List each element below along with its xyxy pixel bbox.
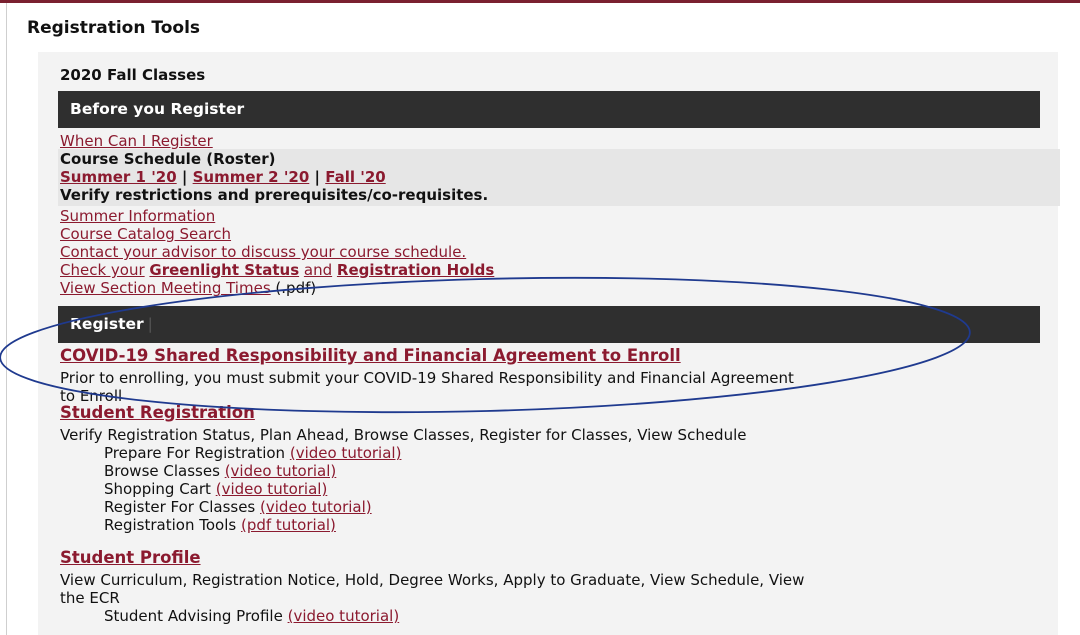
check-status-line: Check your Greenlight Status and Registr… <box>60 261 494 279</box>
advising-profile-item: Student Advising Profile (video tutorial… <box>104 607 399 625</box>
tool-item-prepare: Prepare For Registration (video tutorial… <box>104 444 401 462</box>
covid-description-1: Prior to enrolling, you must submit your… <box>60 369 794 387</box>
tool-tutorial-link[interactable]: (video tutorial) <box>225 462 337 480</box>
term-links: Summer 1 '20 | Summer 2 '20 | Fall '20 <box>60 168 386 186</box>
advising-tutorial-link[interactable]: (video tutorial) <box>288 607 400 625</box>
tool-item-browse: Browse Classes (video tutorial) <box>104 462 336 480</box>
tool-item-register: Register For Classes (video tutorial) <box>104 498 372 516</box>
page-title: Registration Tools <box>27 18 201 38</box>
term-heading: 2020 Fall Classes <box>60 66 206 84</box>
check-your-link[interactable]: Check your <box>60 261 145 279</box>
term-link-fall[interactable]: Fall '20 <box>325 168 385 186</box>
tool-label: Shopping Cart <box>104 480 211 498</box>
term-link-summer1[interactable]: Summer 1 '20 <box>60 168 177 186</box>
tool-tutorial-link[interactable]: (video tutorial) <box>216 480 328 498</box>
term-link-summer2[interactable]: Summer 2 '20 <box>193 168 310 186</box>
before-register-header: Before you Register <box>58 91 1040 128</box>
course-catalog-search-link[interactable]: Course Catalog Search <box>60 225 231 243</box>
student-registration-link[interactable]: Student Registration <box>60 403 255 422</box>
register-title: Register <box>70 315 144 333</box>
contact-advisor-link[interactable]: Contact your advisor to discuss your cou… <box>60 243 466 261</box>
pdf-suffix: (.pdf) <box>275 279 317 297</box>
course-schedule-label: Course Schedule (Roster) <box>60 150 276 168</box>
student-profile-description-1: View Curriculum, Registration Notice, Ho… <box>60 571 805 589</box>
tool-label: Prepare For Registration <box>104 444 286 462</box>
left-divider <box>6 3 7 635</box>
tool-tutorial-link[interactable]: (video tutorial) <box>260 498 372 516</box>
tool-item-cart: Shopping Cart (video tutorial) <box>104 480 327 498</box>
student-profile-link[interactable]: Student Profile <box>60 548 201 567</box>
advising-profile-label: Student Advising Profile <box>104 607 283 625</box>
before-register-title: Before you Register <box>70 100 245 118</box>
term-separator: | <box>314 168 321 186</box>
tool-tutorial-link[interactable]: (video tutorial) <box>290 444 402 462</box>
term-separator: | <box>181 168 188 186</box>
view-section-meeting-times-link[interactable]: View Section Meeting Times <box>60 279 271 297</box>
student-registration-description: Verify Registration Status, Plan Ahead, … <box>60 426 747 444</box>
greenlight-status-link[interactable]: Greenlight Status <box>149 261 299 279</box>
summer-information-link[interactable]: Summer Information <box>60 207 215 225</box>
and-link[interactable]: and <box>304 261 332 279</box>
tool-item-registration-tools: Registration Tools (pdf tutorial) <box>104 516 336 534</box>
when-can-i-register-link[interactable]: When Can I Register <box>60 132 213 150</box>
tool-tutorial-link[interactable]: (pdf tutorial) <box>241 516 336 534</box>
tool-label: Registration Tools <box>104 516 237 534</box>
verify-note: Verify restrictions and prerequisites/co… <box>60 186 489 204</box>
register-header: Register | <box>58 306 1040 343</box>
covid-agreement-link[interactable]: COVID-19 Shared Responsibility and Finan… <box>60 346 681 365</box>
meeting-times-line: View Section Meeting Times (.pdf) <box>60 279 316 297</box>
cursor-icon: | <box>147 315 153 333</box>
registration-holds-link[interactable]: Registration Holds <box>337 261 494 279</box>
tool-label: Register For Classes <box>104 498 256 516</box>
student-profile-description-2: the ECR <box>60 589 120 607</box>
top-accent-rule <box>0 0 1080 3</box>
tool-label: Browse Classes <box>104 462 220 480</box>
